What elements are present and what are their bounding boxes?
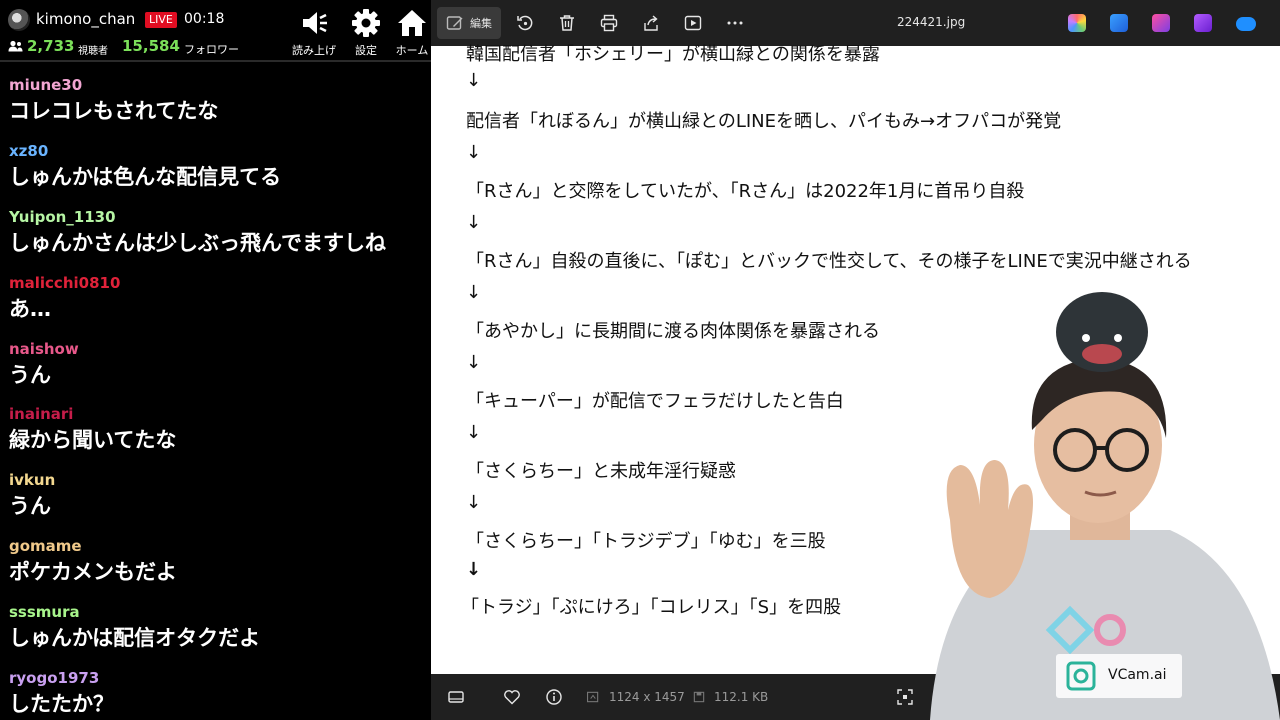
chat-message: ryogo1973 したたか？ — [9, 668, 429, 720]
edit-button[interactable]: 編集 — [437, 7, 501, 39]
file-name: 224421.jpg — [897, 15, 966, 29]
file-size: 112.1 KB — [714, 690, 769, 704]
chat-username[interactable]: Yuipon_1130 — [9, 207, 429, 227]
settings-button[interactable]: 設定 — [340, 6, 392, 58]
trash-icon — [560, 15, 574, 31]
chat-message: xz80 しゅんかは色んな配信見てる — [9, 141, 429, 193]
chat-text: 緑から聞いてたな — [9, 428, 177, 452]
read-aloud-button[interactable]: 読み上げ — [288, 6, 340, 58]
chat-text: うん — [9, 494, 51, 518]
share-icon — [644, 15, 658, 31]
rotate-icon — [517, 15, 533, 31]
chat-text: あ… — [9, 297, 51, 321]
doc-line: 配信者「れぼるん」が横山緑とのLINEを晒し、パイもみ→オフパコが発覚 — [466, 111, 1062, 132]
print-button[interactable] — [595, 7, 623, 39]
chat-text: しゅんかさんは少しぶっ飛んでますしね — [9, 231, 386, 255]
slideshow-button[interactable] — [679, 7, 707, 39]
speaker-icon — [303, 12, 327, 34]
doc-line: 「さくらちー」「トラジデブ」「ゆむ」を三股 — [466, 531, 826, 552]
streamer-name[interactable]: kimono_chan — [36, 10, 135, 28]
chat-username[interactable]: malicchi0810 — [9, 273, 429, 293]
vcam-logo-icon — [1066, 661, 1096, 691]
doc-line: 韓国配信者「ホシェリー」が横山緑との関係を暴露 — [466, 44, 880, 65]
chat-username[interactable]: miune30 — [9, 75, 429, 95]
designer-icon[interactable] — [1110, 14, 1128, 32]
streamer-avatar[interactable] — [8, 9, 30, 31]
read-aloud-label: 読み上げ — [292, 44, 336, 57]
vcam-brand-text: VCam.ai — [1108, 667, 1167, 683]
follower-count: 15,584 — [122, 37, 180, 55]
home-button[interactable]: ホーム — [392, 6, 431, 58]
down-arrow: ↓ — [466, 212, 482, 233]
down-arrow: ↓ — [466, 352, 482, 373]
copilot-icon[interactable] — [1068, 14, 1086, 32]
filmstrip-icon[interactable] — [447, 688, 465, 706]
chat-text: したたか？ — [9, 692, 114, 716]
chat-message: naishow うん — [9, 339, 429, 391]
chat-message-list[interactable]: miune30 コレコレもされてたな xz80 しゅんかは色んな配信見てる Yu… — [0, 64, 431, 720]
doc-line: 「あやかし」に長期間に渡る肉体関係を暴露される — [466, 321, 880, 342]
doc-line: 「Rさん」と交際をしていたが、「Rさん」は2022年1月に首吊り自殺 — [466, 181, 1025, 202]
doc-line: 「Rさん」自殺の直後に、「ぽむ」とバックで性交して、その様子をLINEで実況中継… — [466, 251, 1192, 272]
viewer-count-label: 視聴者 — [78, 46, 108, 57]
chat-text: うん — [9, 363, 51, 387]
down-arrow: ↓ — [466, 70, 482, 91]
chat-username[interactable]: ivkun — [9, 470, 429, 490]
chat-text: ポケカメンもだよ — [9, 560, 177, 584]
chat-message: sssmura しゅんかは配信オタクだよ — [9, 602, 429, 654]
heart-icon[interactable] — [503, 688, 521, 706]
chat-message: Yuipon_1130 しゅんかさんは少しぶっ飛んでますしね — [9, 207, 429, 259]
doc-line: 「トラジ」「ぷにけろ」「コレリス」「S」を四股 — [461, 597, 842, 618]
file-size-icon — [693, 691, 705, 703]
live-badge: LIVE — [145, 12, 177, 28]
down-arrow: ↓ — [466, 282, 482, 303]
chat-username[interactable]: inainari — [9, 404, 429, 424]
chat-message: inainari 緑から聞いてたな — [9, 404, 429, 456]
chat-username[interactable]: ryogo1973 — [9, 668, 429, 688]
home-label: ホーム — [395, 44, 429, 57]
chat-message: malicchi0810 あ… — [9, 273, 429, 325]
chat-panel: kimono_chan LIVE 00:18 2,733 視聴者 15,584 … — [0, 0, 431, 720]
down-arrow: ↓ — [466, 142, 482, 163]
image-dimensions: 1124 x 1457 — [609, 690, 685, 704]
edit-label: 編集 — [470, 17, 492, 30]
fit-to-window-icon[interactable] — [896, 688, 914, 706]
viewers-icon — [8, 40, 23, 52]
chat-header: kimono_chan LIVE 00:18 2,733 視聴者 15,584 … — [0, 0, 431, 62]
elapsed-time: 00:18 — [184, 11, 225, 27]
chat-text: コレコレもされてたな — [9, 99, 219, 123]
down-arrow: ↓ — [466, 422, 482, 443]
home-icon — [398, 10, 426, 36]
doc-line: 「キューパー」が配信でフェラだけしたと告白 — [466, 391, 844, 412]
viewer-count: 2,733 — [27, 37, 75, 55]
more-icon — [727, 21, 743, 25]
more-options-button[interactable] — [721, 7, 749, 39]
chat-message: gomame ポケカメンもだよ — [9, 536, 429, 588]
slideshow-icon — [684, 15, 702, 31]
delete-button[interactable] — [553, 7, 581, 39]
onedrive-icon[interactable] — [1236, 17, 1256, 31]
chat-text: しゅんかは配信オタクだよ — [9, 626, 261, 650]
chat-username[interactable]: sssmura — [9, 602, 429, 622]
chat-username[interactable]: gomame — [9, 536, 429, 556]
down-arrow: ↓ — [466, 559, 482, 580]
chat-text: しゅんかは色んな配信見てる — [9, 165, 282, 189]
printer-icon — [600, 14, 618, 32]
down-arrow: ↓ — [466, 492, 482, 513]
settings-label: 設定 — [355, 44, 377, 57]
info-icon[interactable] — [545, 688, 563, 706]
dimensions-icon — [587, 691, 599, 703]
chat-message: ivkun うん — [9, 470, 429, 522]
rotate-button[interactable] — [511, 7, 539, 39]
share-button[interactable] — [637, 7, 665, 39]
chat-message: miune30 コレコレもされてたな — [9, 75, 429, 127]
follower-count-label: フォロワー — [184, 43, 239, 56]
chat-username[interactable]: xz80 — [9, 141, 429, 161]
photos-app-icon[interactable] — [1194, 14, 1212, 32]
doc-line: 「さくらちー」と未成年淫行疑惑 — [466, 461, 736, 482]
gear-icon — [352, 9, 380, 37]
clipchamp-icon[interactable] — [1152, 14, 1170, 32]
edit-image-icon — [446, 16, 463, 30]
chat-username[interactable]: naishow — [9, 339, 429, 359]
